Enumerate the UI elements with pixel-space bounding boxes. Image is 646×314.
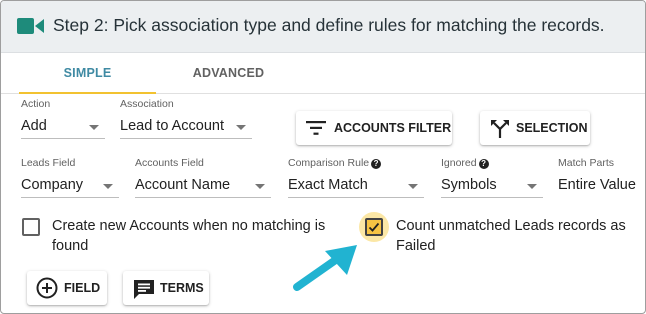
chevron-down-icon xyxy=(255,184,265,189)
match-parts-value: Entire Value xyxy=(558,177,636,193)
ignored-label: Ignored? xyxy=(441,157,489,169)
accounts-field-value: Account Name xyxy=(135,177,231,193)
chevron-down-icon xyxy=(408,184,418,189)
comparison-rule-select[interactable]: Exact Match xyxy=(288,176,424,198)
leads-field-select[interactable]: Company xyxy=(21,176,119,198)
comment-icon xyxy=(134,280,154,299)
accounts-filter-label: ACCOUNTS FILTER xyxy=(334,121,452,135)
chevron-down-icon xyxy=(89,125,99,130)
comparison-rule-text: Comparison Rule xyxy=(288,157,370,169)
step-header: Step 2: Pick association type and define… xyxy=(1,1,645,53)
check-icon xyxy=(368,222,380,232)
chevron-down-icon xyxy=(527,184,537,189)
accounts-field-select[interactable]: Account Name xyxy=(135,176,271,198)
video-camera-icon xyxy=(17,18,44,34)
chevron-down-icon xyxy=(236,125,246,130)
association-select[interactable]: Lead to Account xyxy=(120,117,252,139)
match-parts-label: Match Parts xyxy=(558,157,615,169)
association-value: Lead to Account xyxy=(120,118,224,134)
action-select[interactable]: Add xyxy=(21,117,105,139)
comparison-rule-label: Comparison Rule? xyxy=(288,157,382,169)
tab-simple[interactable]: SIMPLE xyxy=(19,53,156,94)
add-field-label: FIELD xyxy=(64,281,101,295)
action-value: Add xyxy=(21,118,47,134)
callout-arrow-icon xyxy=(293,245,357,291)
comparison-rule-value: Exact Match xyxy=(288,177,368,193)
count-unmatched-checkbox[interactable] xyxy=(359,212,389,242)
help-icon[interactable]: ? xyxy=(478,159,489,169)
add-field-button[interactable]: FIELD xyxy=(27,271,107,305)
step-title: Step 2: Pick association type and define… xyxy=(53,15,605,35)
count-unmatched-line1: Count unmatched Leads records as xyxy=(396,218,626,234)
merge-selection-icon xyxy=(491,120,509,138)
selection-label: SELECTION xyxy=(516,121,588,135)
action-label: Action xyxy=(21,98,51,110)
chevron-down-icon xyxy=(103,184,113,189)
tab-advanced[interactable]: ADVANCED xyxy=(161,53,296,94)
help-icon[interactable]: ? xyxy=(371,159,382,169)
ignored-text: Ignored xyxy=(441,157,477,169)
create-accounts-text: Create new Accounts when no matching is … xyxy=(52,216,325,256)
add-circle-icon xyxy=(36,277,58,299)
create-accounts-checkbox[interactable] xyxy=(22,218,40,236)
mode-tabs: SIMPLE ADVANCED xyxy=(1,53,645,94)
accounts-filter-button[interactable]: ACCOUNTS FILTER xyxy=(296,111,452,145)
leads-field-label: Leads Field xyxy=(21,157,76,169)
checkbox-box xyxy=(365,218,383,236)
terms-button[interactable]: TERMS xyxy=(123,271,209,305)
selection-button[interactable]: SELECTION xyxy=(480,111,590,145)
terms-label: TERMS xyxy=(160,281,204,295)
association-label: Association xyxy=(120,98,174,110)
create-accounts-line2: found xyxy=(52,238,89,254)
create-accounts-line1: Create new Accounts when no matching is xyxy=(52,218,326,234)
leads-field-value: Company xyxy=(21,177,84,193)
step-panel: Step 2: Pick association type and define… xyxy=(0,0,646,314)
match-parts-select[interactable]: Entire Value xyxy=(558,176,645,198)
count-unmatched-text: Count unmatched Leads records as Failed xyxy=(396,216,626,256)
ignored-select[interactable]: Symbols xyxy=(441,176,543,198)
ignored-value: Symbols xyxy=(441,177,497,193)
filter-icon xyxy=(306,121,326,135)
count-unmatched-line2: Failed xyxy=(396,238,436,254)
accounts-field-label: Accounts Field xyxy=(135,157,204,169)
